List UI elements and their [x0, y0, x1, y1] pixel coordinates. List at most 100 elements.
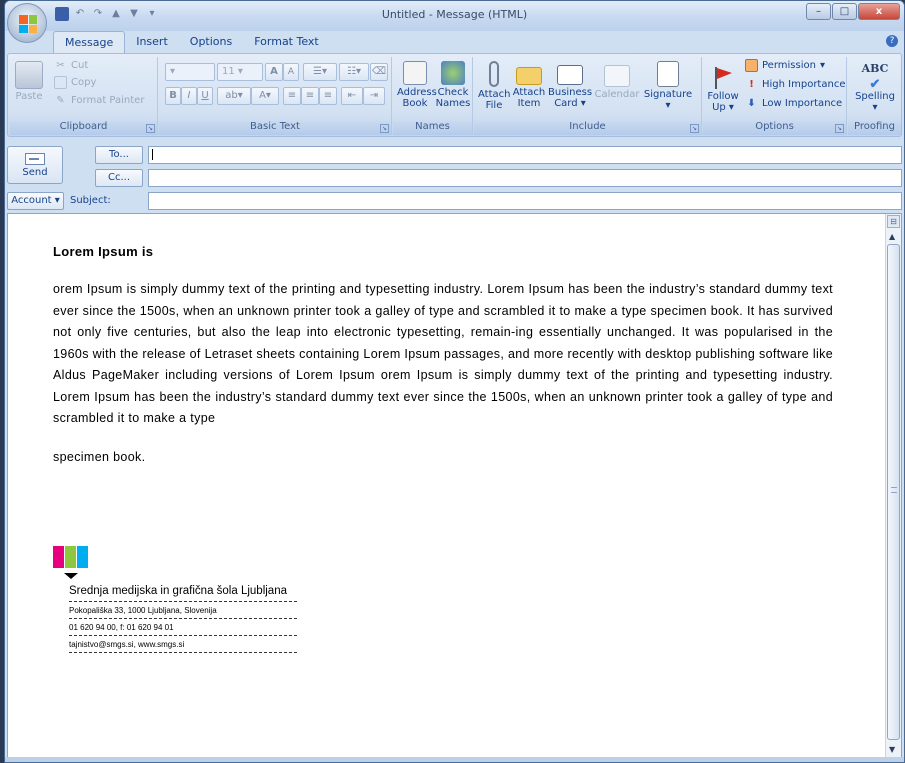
window-title: Untitled - Message (HTML): [381, 8, 528, 21]
italic-button[interactable]: I: [181, 87, 197, 105]
signature-button[interactable]: Signature ▾: [642, 61, 694, 111]
help-icon[interactable]: ?: [886, 35, 898, 47]
minimize-button[interactable]: –: [806, 3, 831, 20]
close-button[interactable]: x: [858, 3, 900, 20]
include-launcher-icon[interactable]: ↘: [690, 124, 699, 133]
paintbrush-icon: ✎: [56, 95, 65, 106]
message-body[interactable]: Lorem Ipsum is orem Ipsum is simply dumm…: [7, 213, 902, 759]
to-field[interactable]: [148, 146, 902, 164]
exclamation-icon: !: [749, 79, 754, 90]
tab-format-text[interactable]: Format Text: [243, 31, 330, 53]
business-card-icon: [557, 65, 583, 85]
attach-item-button[interactable]: Attach Item: [512, 61, 546, 109]
align-center-button[interactable]: ≡: [301, 87, 319, 105]
check-names-button[interactable]: Check Names: [435, 61, 471, 109]
proofing-group: ABC ✔ Spelling ▾ Proofing: [848, 57, 901, 135]
paste-button[interactable]: Paste: [12, 61, 46, 102]
to-button[interactable]: To...: [95, 146, 143, 164]
scroll-down-icon[interactable]: ▼: [889, 745, 895, 754]
maximize-button[interactable]: □: [832, 3, 857, 20]
clear-formatting-button[interactable]: ⌫: [370, 63, 388, 81]
highlight-button[interactable]: ab▾: [217, 87, 251, 105]
message-heading: Lorem Ipsum is: [53, 244, 154, 259]
subject-label: Subject:: [70, 195, 111, 206]
signature-icon: [657, 61, 679, 87]
options-launcher-icon[interactable]: ↘: [835, 124, 844, 133]
office-logo-icon: [19, 15, 37, 33]
font-color-button[interactable]: A▾: [251, 87, 279, 105]
subject-field[interactable]: [148, 192, 902, 210]
basic-text-group: ▾ 11 ▾ A A ☰▾ ☷▾ ⌫ B I U ab▾ A▾ ≡ ≡ ≡ ⇤ …: [159, 57, 392, 135]
spelling-check-icon: ABC ✔: [861, 62, 889, 92]
clipboard-group-label: Clipboard: [10, 121, 157, 135]
office-button[interactable]: [7, 3, 47, 43]
status-bar: [5, 757, 904, 762]
signature-address: Pokopališka 33, 1000 Ljubljana, Slovenij…: [69, 602, 297, 619]
logo-bar-magenta: [53, 546, 64, 568]
title-bar: ↶ ↷ ▲ ▼ ▾ Untitled - Message (HTML) – □ …: [5, 1, 904, 31]
address-book-button[interactable]: Address Book: [397, 61, 437, 109]
names-group: Address Book Check Names Names: [393, 57, 473, 135]
attach-file-button[interactable]: Attach File: [478, 61, 510, 111]
proofing-group-label: Proofing: [848, 121, 901, 135]
clipboard-launcher-icon[interactable]: ↘: [146, 124, 155, 133]
align-right-button[interactable]: ≡: [319, 87, 337, 105]
format-painter-button[interactable]: ✎ Format Painter: [54, 94, 144, 107]
message-closing: specimen book.: [53, 449, 146, 464]
send-icon: [25, 153, 45, 165]
paste-icon: [15, 61, 43, 89]
scissors-icon: ✂: [56, 60, 65, 71]
vertical-scrollbar[interactable]: ⊟ ▲ ▼: [885, 214, 901, 758]
bold-button[interactable]: B: [165, 87, 181, 105]
message-content: Lorem Ipsum is orem Ipsum is simply dumm…: [53, 244, 833, 464]
check-names-icon: [441, 61, 465, 85]
options-group: Follow Up ▾ Permission ▾ ! High Importan…: [703, 57, 847, 135]
shrink-font-button[interactable]: A: [283, 63, 299, 81]
flag-icon: [713, 65, 733, 89]
cc-button[interactable]: Cc...: [95, 169, 143, 187]
include-group: Attach File Attach Item Business Card ▾ …: [474, 57, 702, 135]
tab-insert[interactable]: Insert: [125, 31, 179, 53]
copy-button[interactable]: Copy: [54, 76, 96, 89]
align-left-button[interactable]: ≡: [283, 87, 301, 105]
signature-contact[interactable]: tajnistvo@smgs.si, www.smgs.si: [69, 636, 297, 653]
signature-phone: 01 620 94 00, f: 01 620 94 01: [69, 619, 297, 636]
grow-font-button[interactable]: A: [265, 63, 283, 81]
cut-button[interactable]: ✂ Cut: [54, 59, 88, 72]
school-logo: [53, 546, 89, 580]
account-button[interactable]: Account ▾: [7, 192, 64, 210]
tab-options[interactable]: Options: [179, 31, 243, 53]
follow-up-button[interactable]: Follow Up ▾: [705, 61, 741, 113]
split-view-icon[interactable]: ⊟: [887, 215, 900, 228]
business-card-button[interactable]: Business Card ▾: [548, 61, 592, 109]
increase-indent-button[interactable]: ⇥: [363, 87, 385, 105]
high-importance-button[interactable]: ! High Importance: [745, 78, 845, 91]
window-controls: – □ x: [806, 3, 900, 20]
cc-field[interactable]: [148, 169, 902, 187]
scroll-up-icon[interactable]: ▲: [889, 232, 895, 241]
permission-button[interactable]: Permission ▾: [745, 59, 825, 72]
basic-text-group-label: Basic Text: [159, 121, 391, 135]
font-size-select[interactable]: 11 ▾: [217, 63, 263, 81]
tab-message[interactable]: Message: [53, 31, 126, 53]
spelling-button[interactable]: ABC ✔ Spelling ▾: [852, 61, 898, 113]
numbering-button[interactable]: ☷▾: [339, 63, 369, 81]
envelope-icon: [516, 67, 542, 85]
scrollbar-thumb[interactable]: [887, 244, 900, 740]
low-importance-button[interactable]: ⬇ Low Importance: [745, 97, 842, 110]
font-name-select[interactable]: ▾: [165, 63, 215, 81]
down-arrow-icon: ⬇: [747, 98, 756, 109]
message-paragraph: orem Ipsum is simply dummy text of the p…: [53, 282, 833, 425]
decrease-indent-button[interactable]: ⇤: [341, 87, 363, 105]
signature-school-name: Srednja medijska in grafična šola Ljublj…: [69, 585, 297, 602]
paperclip-icon: [489, 61, 499, 87]
ribbon-tabs: Message Insert Options Format Text: [53, 31, 330, 53]
calendar-icon: [604, 65, 630, 87]
calendar-button[interactable]: Calendar: [594, 61, 640, 100]
send-button[interactable]: Send: [7, 146, 63, 184]
email-signature: Srednja medijska in grafična šola Ljublj…: [53, 546, 297, 653]
options-group-label: Options: [703, 121, 846, 135]
bullets-button[interactable]: ☰▾: [303, 63, 337, 81]
underline-button[interactable]: U: [197, 87, 213, 105]
basic-text-launcher-icon[interactable]: ↘: [380, 124, 389, 133]
